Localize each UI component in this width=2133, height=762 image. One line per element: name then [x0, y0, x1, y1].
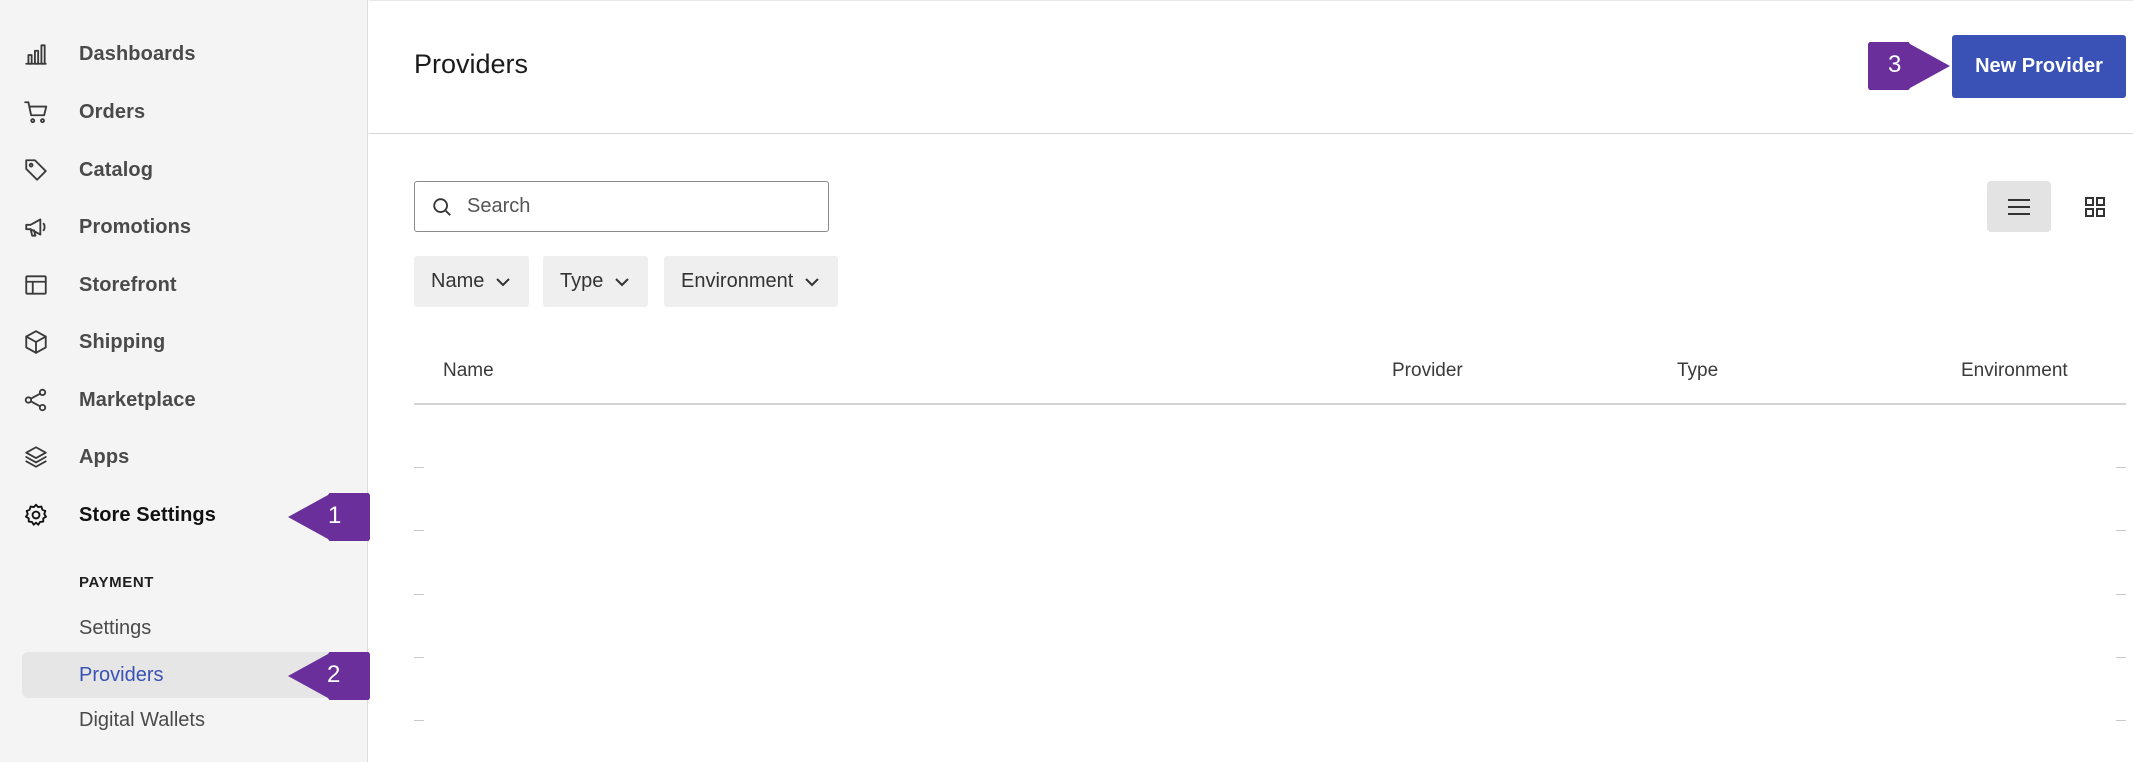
sidebar-item-promotions[interactable]: Promotions [0, 199, 368, 255]
sidebar-item-label: Storefront [79, 273, 177, 296]
box-icon [22, 328, 50, 356]
sidebar: Dashboards Orders Catalog Promotions Sto… [0, 0, 368, 762]
filter-label: Name [431, 270, 485, 292]
list-view-toggle[interactable] [1987, 181, 2051, 232]
share-icon [22, 386, 50, 414]
row-divider [2116, 657, 2126, 658]
callout-number: 2 [327, 661, 341, 688]
sidebar-subitem-label: Providers [79, 663, 164, 686]
grid-icon [2085, 196, 2105, 217]
search-icon [431, 196, 453, 218]
row-divider [414, 467, 424, 468]
layout-icon [22, 271, 50, 299]
bar-chart-icon [22, 40, 50, 68]
filter-name-dropdown[interactable]: Name [414, 256, 530, 307]
chevron-down-icon [803, 273, 821, 291]
row-divider [2116, 467, 2126, 468]
search-box [414, 181, 829, 232]
column-header-environment[interactable]: Environment [1961, 360, 2068, 382]
sidebar-item-marketplace[interactable]: Marketplace [0, 372, 368, 428]
section-heading-payment: PAYMENT [79, 574, 155, 591]
grid-view-toggle[interactable] [2076, 181, 2114, 232]
megaphone-icon [22, 213, 50, 241]
filter-environment-dropdown[interactable]: Environment [664, 256, 839, 307]
cart-icon [22, 98, 50, 126]
filter-label: Environment [681, 270, 794, 292]
list-icon [2008, 198, 2030, 215]
row-divider [414, 530, 424, 531]
row-divider [414, 594, 424, 595]
sidebar-item-shipping[interactable]: Shipping [0, 314, 368, 370]
new-provider-button[interactable]: New Provider [1952, 35, 2126, 98]
column-header-type[interactable]: Type [1677, 360, 1718, 382]
table-header-divider [414, 403, 2126, 405]
row-divider [414, 657, 424, 658]
filter-type-dropdown[interactable]: Type [543, 256, 649, 307]
sidebar-item-label: Apps [79, 445, 130, 468]
sidebar-subitem-digital-wallets[interactable]: Digital Wallets [22, 697, 368, 743]
sidebar-item-orders[interactable]: Orders [0, 84, 368, 140]
layers-icon [22, 443, 50, 471]
sidebar-item-storefront[interactable]: Storefront [0, 257, 368, 313]
sidebar-item-label: Shipping [79, 330, 166, 353]
callout-marker-1: 1 [288, 493, 370, 541]
row-divider [2116, 594, 2126, 595]
chevron-down-icon [494, 273, 512, 291]
sidebar-subitem-settings[interactable]: Settings [22, 605, 368, 651]
sidebar-item-label: Orders [79, 100, 146, 123]
filter-label: Type [560, 270, 604, 292]
sidebar-item-label: Marketplace [79, 388, 196, 411]
row-divider [2116, 720, 2126, 721]
sidebar-subitem-label: Digital Wallets [79, 708, 205, 731]
page-title: Providers [414, 49, 529, 79]
callout-marker-2: 2 [288, 652, 370, 700]
row-divider [414, 720, 424, 721]
gear-icon [22, 501, 50, 529]
callout-number: 1 [328, 502, 342, 529]
column-header-name[interactable]: Name [443, 360, 494, 382]
callout-number: 3 [1888, 51, 1902, 78]
row-divider [2116, 530, 2126, 531]
callout-marker-3: 3 [1868, 42, 1950, 90]
sidebar-item-label: Catalog [79, 158, 154, 181]
chevron-down-icon [613, 273, 631, 291]
column-header-provider[interactable]: Provider [1392, 360, 1463, 382]
search-input[interactable] [467, 182, 817, 230]
sidebar-item-label: Dashboards [79, 42, 196, 65]
sidebar-item-dashboards[interactable]: Dashboards [0, 26, 368, 82]
sidebar-subitem-label: Settings [79, 616, 152, 639]
sidebar-item-apps[interactable]: Apps [0, 429, 368, 485]
sidebar-item-catalog[interactable]: Catalog [0, 142, 368, 198]
tag-icon [22, 156, 50, 184]
sidebar-item-label: Promotions [79, 215, 192, 238]
sidebar-item-label: Store Settings [79, 503, 216, 526]
